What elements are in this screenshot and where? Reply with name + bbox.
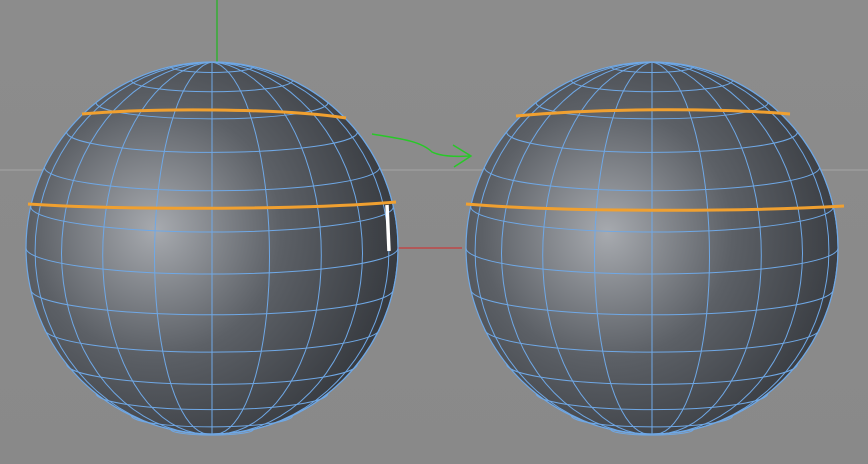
sphere-before[interactable]	[25, 61, 399, 436]
sphere-after[interactable]	[465, 61, 845, 436]
sphere-before-highlight-edge[interactable]	[385, 204, 391, 252]
viewport-canvas[interactable]	[0, 0, 868, 464]
arrow-right-icon	[371, 133, 473, 168]
3d-viewport[interactable]	[0, 0, 868, 464]
